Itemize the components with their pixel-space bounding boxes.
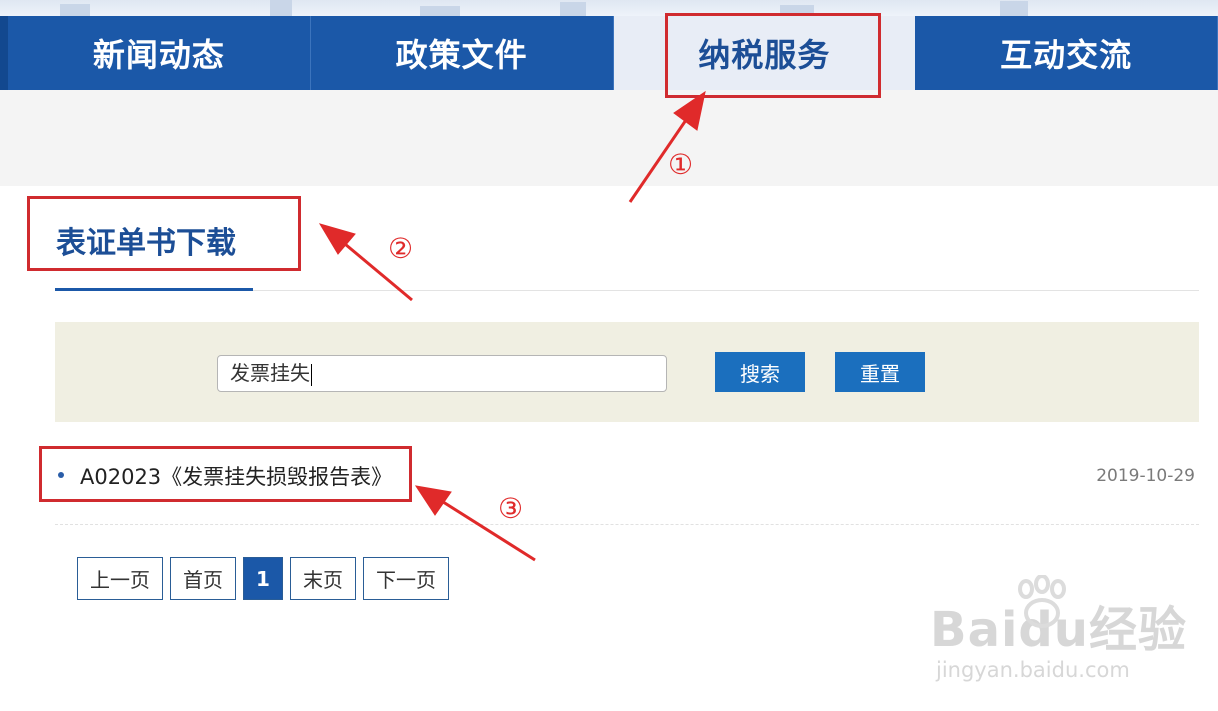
next-page-button[interactable]: 下一页 xyxy=(363,557,449,600)
nav-item-interaction[interactable]: 互动交流 xyxy=(915,16,1218,90)
title-underline xyxy=(55,288,253,291)
annotation-number-2: ② xyxy=(388,232,414,265)
annotation-box-nav xyxy=(665,13,881,98)
first-page-button[interactable]: 首页 xyxy=(170,557,236,600)
search-panel: 发票挂失 搜索 重置 xyxy=(55,322,1199,422)
annotation-number-3: ③ xyxy=(498,492,524,525)
annotation-box-result xyxy=(39,446,412,502)
pagination: 上一页 首页 1 末页 下一页 xyxy=(77,557,456,600)
search-input[interactable]: 发票挂失 xyxy=(217,355,667,392)
watermark-url: jingyan.baidu.com xyxy=(936,658,1130,682)
paw-icon xyxy=(1018,575,1066,628)
annotation-number-1: ① xyxy=(668,148,694,181)
nav-item-news[interactable]: 新闻动态 xyxy=(0,16,311,90)
last-page-button[interactable]: 末页 xyxy=(290,557,356,600)
prev-page-button[interactable]: 上一页 xyxy=(77,557,163,600)
nav-item-policy[interactable]: 政策文件 xyxy=(311,16,614,90)
reset-button[interactable]: 重置 xyxy=(835,352,925,392)
current-page-button[interactable]: 1 xyxy=(243,557,283,600)
annotation-box-title xyxy=(27,196,301,271)
header-banner xyxy=(0,0,1218,16)
search-input-value: 发票挂失 xyxy=(230,361,310,385)
main-nav: 新闻动态 政策文件 纳税服务 互动交流 xyxy=(0,16,1218,90)
subheader-band xyxy=(0,90,1218,186)
result-date: 2019-10-29 xyxy=(1096,466,1195,486)
search-button[interactable]: 搜索 xyxy=(715,352,805,392)
text-caret xyxy=(311,363,312,386)
